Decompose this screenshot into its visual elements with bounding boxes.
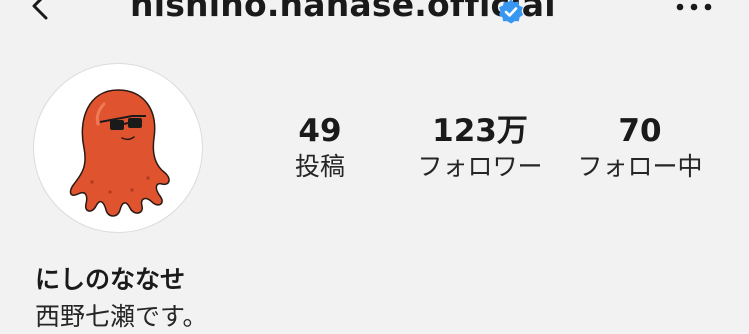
posts-label: 投稿 [294,152,345,181]
avatar[interactable] [33,63,203,233]
profile-header: nishino.nanase.official [0,0,749,40]
following-count: 70 [618,113,662,149]
display-name: にしのななせ [35,265,186,294]
followers-count: 123万 [432,113,528,149]
following-label: フォロー中 [577,152,703,181]
stat-following[interactable]: 70 フォロー中 [565,112,715,184]
stat-followers[interactable]: 123万 フォロワー [405,112,555,184]
verified-badge-icon [499,0,523,24]
username-title: nishino.nanase.official [130,0,556,24]
octopus-mascot-icon [69,89,170,217]
stat-posts[interactable]: 49 投稿 [275,112,365,184]
bio-text: 西野七瀬です。 [35,302,208,331]
more-horizontal-icon[interactable] [672,0,716,22]
followers-label: フォロワー [417,152,543,181]
posts-count: 49 [298,113,342,149]
chevron-left-icon[interactable] [22,0,62,26]
